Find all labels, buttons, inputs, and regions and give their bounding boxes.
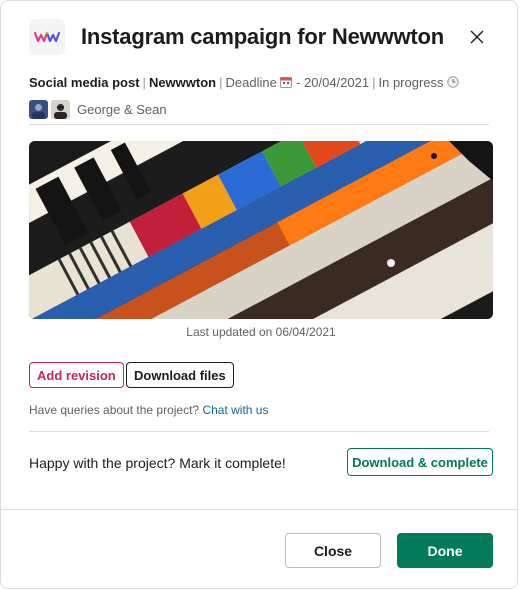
modal-title: Instagram campaign for Newwwton bbox=[81, 24, 444, 49]
project-modal: Instagram campaign for Newwwton Social m… bbox=[0, 0, 518, 589]
deadline-label: Deadline bbox=[225, 75, 277, 90]
done-button[interactable]: Done bbox=[397, 533, 493, 568]
assignees: George & Sean bbox=[29, 99, 167, 119]
assignee-names: George & Sean bbox=[77, 101, 167, 117]
project-meta: Social media post | Newwwton | Deadline - 20… bbox=[29, 75, 459, 91]
status-text: In progress bbox=[378, 75, 444, 90]
close-icon[interactable] bbox=[463, 23, 491, 51]
download-complete-button[interactable]: Download & complete bbox=[347, 448, 493, 476]
project-preview-image[interactable] bbox=[29, 141, 493, 319]
modal-header: Instagram campaign for Newwwton bbox=[29, 17, 497, 57]
add-revision-button[interactable]: Add revision bbox=[29, 362, 124, 388]
footer-divider bbox=[1, 509, 517, 510]
queries-text: Have queries about the project? bbox=[29, 403, 200, 417]
chat-with-us-link[interactable]: Chat with us bbox=[202, 403, 268, 417]
close-button[interactable]: Close bbox=[285, 533, 381, 568]
queries-line: Have queries about the project? Chat wit… bbox=[29, 403, 268, 417]
calendar-icon bbox=[280, 76, 293, 91]
divider bbox=[29, 124, 489, 125]
last-updated-caption: Last updated on 06/04/2021 bbox=[186, 325, 336, 339]
deadline-date: - 20/04/2021 bbox=[296, 75, 370, 90]
avatar bbox=[29, 99, 48, 119]
clock-icon bbox=[447, 76, 459, 91]
project-client: Newwwton bbox=[148, 75, 217, 90]
brand-logo-icon bbox=[29, 19, 65, 55]
download-files-button[interactable]: Download files bbox=[126, 362, 234, 388]
avatar bbox=[51, 99, 70, 119]
project-type: Social media post bbox=[29, 75, 140, 90]
complete-prompt: Happy with the project? Mark it complete… bbox=[29, 455, 286, 471]
divider bbox=[29, 431, 489, 432]
